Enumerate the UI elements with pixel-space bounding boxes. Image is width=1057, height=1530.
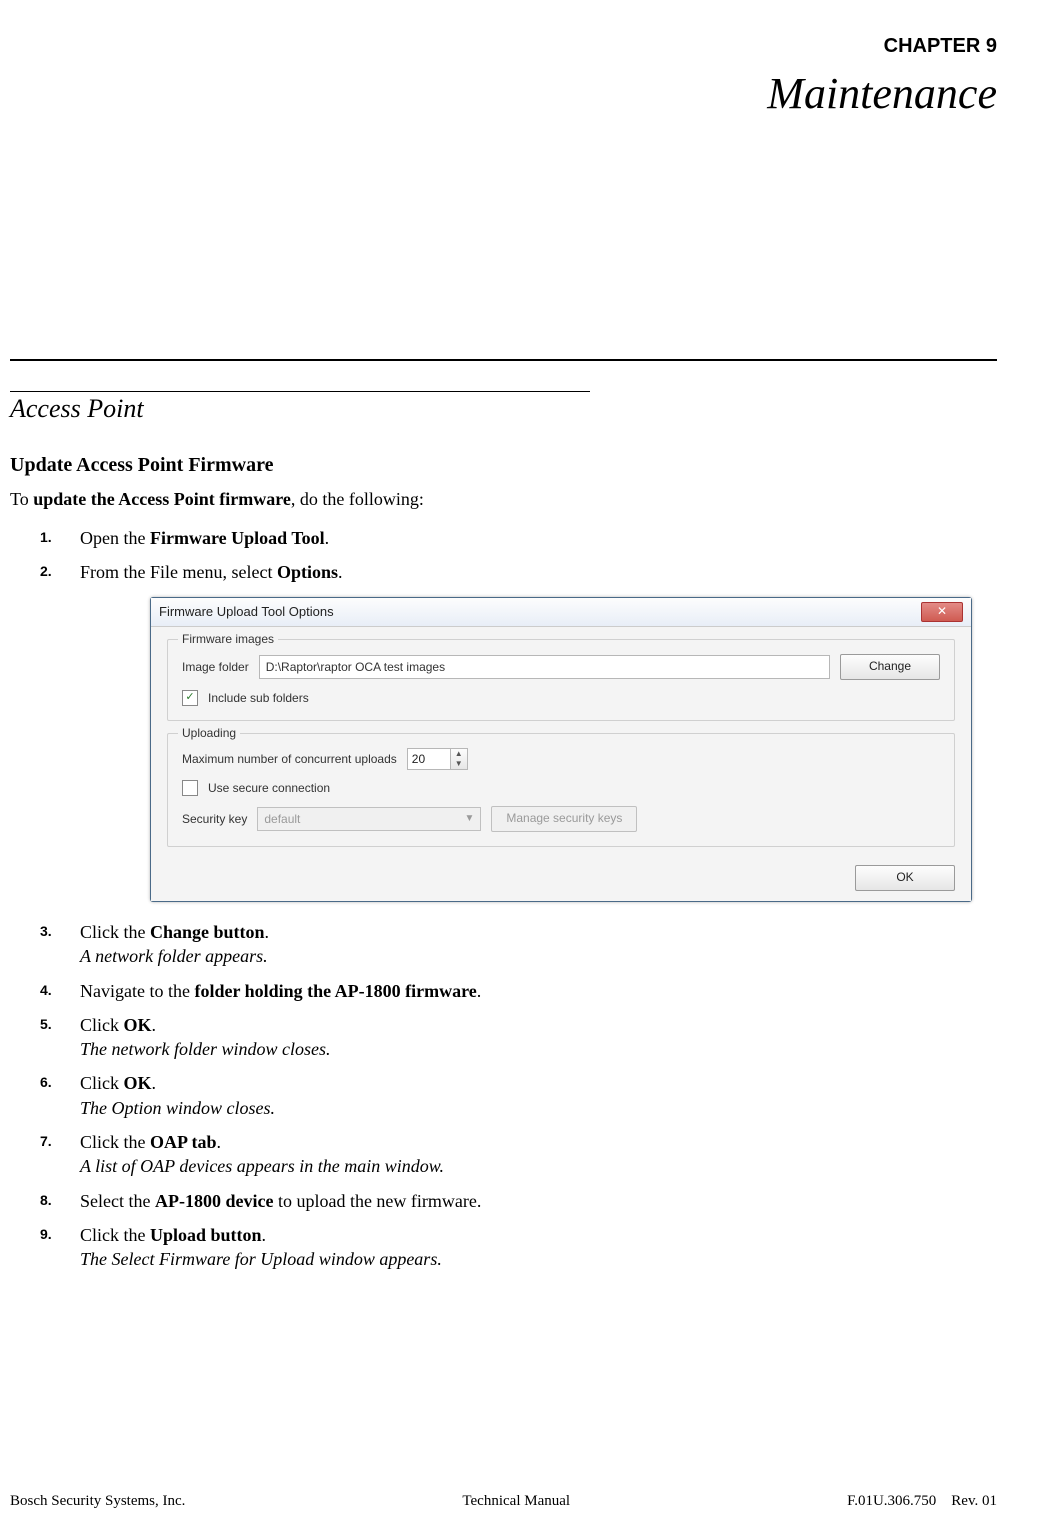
max-uploads-spinner[interactable]: 20 ▲ ▼ (407, 748, 468, 770)
manage-keys-button[interactable]: Manage security keys (491, 806, 637, 832)
include-subfolders-checkbox[interactable]: ✓ (182, 690, 198, 706)
step-text-post: . (152, 1073, 157, 1093)
dialog-body: Firmware images Image folder D:\Raptor\r… (151, 627, 971, 901)
ok-button[interactable]: OK (855, 865, 955, 891)
step-result: A list of OAP devices appears in the mai… (80, 1156, 444, 1176)
section-title: Access Point (10, 394, 997, 424)
chapter-title: Maintenance (10, 68, 997, 119)
image-folder-input[interactable]: D:\Raptor\raptor OCA test images (259, 655, 830, 679)
step-text: Select the (80, 1191, 155, 1211)
step-bold: Upload button (150, 1225, 262, 1245)
step-text: Navigate to the (80, 981, 194, 1001)
spinner-arrows[interactable]: ▲ ▼ (450, 748, 468, 770)
intro-suffix: , do the following: (291, 489, 424, 509)
step-3: Click the Change button. A network folde… (40, 920, 997, 969)
row-security-key: Security key default ▼ Manage security k… (182, 806, 940, 832)
footer-doc-number: F.01U.306.750 (847, 1493, 936, 1509)
steps-list: Open the Firmware Upload Tool. From the … (40, 526, 997, 1272)
page-footer: Bosch Security Systems, Inc. Technical M… (10, 1493, 997, 1510)
subsection-title: Update Access Point Firmware (10, 454, 997, 477)
max-uploads-value[interactable]: 20 (407, 748, 450, 770)
step-result: A network folder appears. (80, 946, 268, 966)
footer-left: Bosch Security Systems, Inc. (10, 1493, 185, 1510)
step-text: Click the (80, 1132, 150, 1152)
step-bold: Firmware Upload Tool (150, 528, 325, 548)
step-5: Click OK. The network folder window clos… (40, 1013, 997, 1062)
row-max-uploads: Maximum number of concurrent uploads 20 … (182, 748, 940, 770)
use-secure-checkbox[interactable] (182, 780, 198, 796)
intro-bold: update the Access Point firmware (33, 489, 291, 509)
step-4: Navigate to the folder holding the AP-18… (40, 979, 997, 1003)
image-folder-label: Image folder (182, 659, 249, 675)
group-uploading: Uploading Maximum number of concurrent u… (167, 733, 955, 847)
step-text-post: to upload the new firmware. (273, 1191, 481, 1211)
dialog-footer: OK (167, 859, 955, 891)
include-subfolders-label: Include sub folders (208, 690, 309, 706)
divider-thick (10, 359, 997, 361)
dialog-title: Firmware Upload Tool Options (159, 603, 334, 621)
step-1: Open the Firmware Upload Tool. (40, 526, 997, 550)
step-bold: folder holding the AP-1800 firmware (194, 981, 476, 1001)
step-text-post: . (325, 528, 330, 548)
group-firmware-images: Firmware images Image folder D:\Raptor\r… (167, 639, 955, 721)
step-bold: Options (277, 562, 338, 582)
footer-center: Technical Manual (185, 1493, 847, 1510)
step-text: Click the (80, 1225, 150, 1245)
step-text: From the File menu, select (80, 562, 277, 582)
step-text-post: . (477, 981, 482, 1001)
row-include-sub: ✓ Include sub folders (182, 690, 940, 706)
step-text-post: . (262, 1225, 267, 1245)
step-text-post: . (217, 1132, 222, 1152)
step-bold: OAP tab (150, 1132, 217, 1152)
step-result: The Option window closes. (80, 1098, 275, 1118)
step-7: Click the OAP tab. A list of OAP devices… (40, 1130, 997, 1179)
change-button[interactable]: Change (840, 654, 940, 680)
step-result: The network folder window closes. (80, 1039, 331, 1059)
step-bold: Change button (150, 922, 265, 942)
step-text-post: . (152, 1015, 157, 1035)
step-text: Click (80, 1015, 124, 1035)
step-6: Click OK. The Option window closes. (40, 1071, 997, 1120)
step-text: Click the (80, 922, 150, 942)
step-text-post: . (338, 562, 343, 582)
page: CHAPTER 9 Maintenance Access Point Updat… (0, 0, 1057, 1530)
chapter-label: CHAPTER 9 (10, 35, 997, 58)
step-8: Select the AP-1800 device to upload the … (40, 1189, 997, 1213)
close-button[interactable]: ✕ (921, 602, 963, 622)
security-key-combo[interactable]: default ▼ (257, 807, 481, 831)
step-text: Open the (80, 528, 150, 548)
security-key-label: Security key (182, 811, 247, 827)
max-uploads-label: Maximum number of concurrent uploads (182, 751, 397, 767)
group-legend: Firmware images (178, 631, 278, 647)
step-bold: OK (124, 1015, 152, 1035)
intro-prefix: To (10, 489, 33, 509)
intro-line: To update the Access Point firmware, do … (10, 489, 997, 510)
step-result: The Select Firmware for Upload window ap… (80, 1249, 442, 1269)
chevron-down-icon: ▼ (464, 812, 474, 826)
options-dialog: Firmware Upload Tool Options ✕ Firmware … (150, 597, 972, 902)
row-image-folder: Image folder D:\Raptor\raptor OCA test i… (182, 654, 940, 680)
step-bold: AP-1800 device (155, 1191, 273, 1211)
chevron-up-icon[interactable]: ▲ (451, 749, 467, 759)
footer-right: F.01U.306.750 Rev. 01 (847, 1493, 997, 1510)
step-text-post: . (265, 922, 270, 942)
group-legend: Uploading (178, 725, 240, 741)
security-key-value: default (264, 811, 300, 827)
step-bold: OK (124, 1073, 152, 1093)
step-text: Click (80, 1073, 124, 1093)
chevron-down-icon[interactable]: ▼ (451, 759, 467, 769)
dialog-titlebar: Firmware Upload Tool Options ✕ (151, 598, 971, 627)
step-9: Click the Upload button. The Select Firm… (40, 1223, 997, 1272)
footer-revision: Rev. 01 (951, 1493, 997, 1509)
use-secure-label: Use secure connection (208, 780, 330, 796)
step-2: From the File menu, select Options. Firm… (40, 560, 997, 902)
row-use-secure: Use secure connection (182, 780, 940, 796)
section-rule (10, 391, 590, 392)
